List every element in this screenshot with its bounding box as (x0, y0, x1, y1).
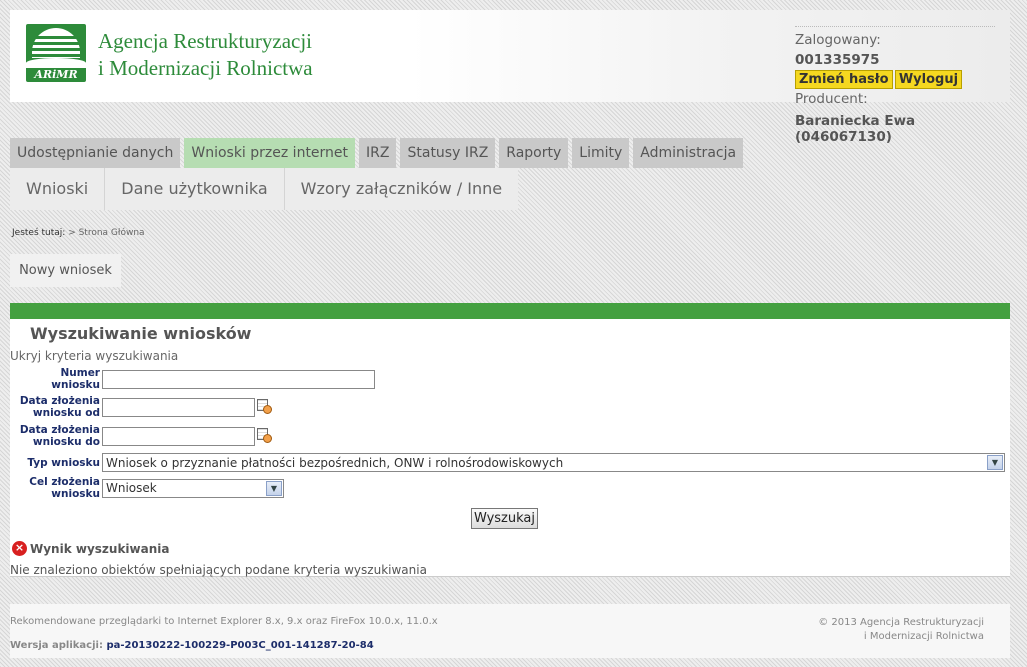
tab-wnioski-przez-internet[interactable]: Wnioski przez internet (184, 138, 356, 168)
purpose-select[interactable]: Wniosek ▼ (102, 478, 284, 498)
result-title: Wynik wyszukiwania (30, 541, 170, 556)
purpose-label: Cel złożenia wniosku (29, 476, 100, 500)
type-select-value: Wniosek o przyznanie płatności bezpośred… (106, 455, 564, 470)
brand-line-2: i Modernizacji Rolnictwa (98, 56, 313, 80)
number-input[interactable] (102, 369, 375, 389)
number-label: Numer wniosku (51, 367, 100, 391)
brand-line-1: Agencja Restrukturyzacji (98, 29, 312, 53)
breadcrumb-home-link[interactable]: > Strona Główna (68, 228, 144, 238)
row-date-to: Data złożenia wniosku do (10, 424, 273, 448)
row-number: Numer wniosku (10, 367, 375, 391)
row-purpose: Cel złożenia wniosku Wniosek ▼ (10, 476, 284, 500)
purpose-select-value: Wniosek (106, 481, 157, 495)
tab-irz[interactable]: IRZ (359, 138, 397, 168)
submenu-wnioski[interactable]: Wnioski (10, 168, 106, 210)
logged-label: Zalogowany: (795, 32, 881, 48)
primary-menu: Udostępnianie danych Wnioski przez inter… (10, 138, 744, 168)
search-button[interactable]: Wyszukaj (471, 508, 538, 529)
change-password-button[interactable]: Zmień hasło (795, 70, 893, 89)
breadcrumb-prefix: Jesteś tutaj: (12, 228, 66, 238)
submenu-dane-uzytkownika[interactable]: Dane użytkownika (105, 168, 285, 210)
user-box: Zalogowany: 001335975 Zmień hasło Wylogu… (795, 26, 995, 145)
date-from-input[interactable] (102, 397, 255, 417)
breadcrumb: Jesteś tutaj: > Strona Główna (12, 228, 145, 238)
date-from-label: Data złożenia wniosku od (19, 395, 100, 419)
login-id: 001335975 (795, 52, 880, 68)
date-to-input[interactable] (102, 426, 255, 446)
producer-label: Producent: (795, 91, 868, 107)
no-results-message: Nie znaleziono obiektów spełniających po… (10, 563, 427, 577)
tab-udostepnianie-danych[interactable]: Udostępnianie danych (10, 138, 181, 168)
type-select[interactable]: Wniosek o przyznanie płatności bezpośred… (102, 453, 1005, 472)
tab-administracja[interactable]: Administracja (633, 138, 744, 168)
secondary-menu: Wnioski Dane użytkownika Wzory załącznik… (10, 168, 519, 210)
footer: Rekomendowane przeglądarki to Internet E… (10, 604, 1010, 658)
logout-button[interactable]: Wyloguj (894, 70, 963, 89)
error-icon: × (12, 541, 27, 556)
tab-limity[interactable]: Limity (572, 138, 630, 168)
type-label: Typ wniosku (27, 456, 100, 469)
result-header: × Wynik wyszukiwania (12, 541, 169, 556)
chevron-down-icon[interactable]: ▼ (987, 455, 1003, 470)
app-version: Wersja aplikacji: pa-20130222-100229-P00… (10, 640, 374, 651)
version-value: pa-20130222-100229-P003C_001-141287-20-8… (106, 640, 374, 651)
version-label: Wersja aplikacji: (10, 640, 103, 651)
recommended-browsers: Rekomendowane przeglądarki to Internet E… (10, 616, 438, 627)
tab-raporty[interactable]: Raporty (499, 138, 569, 168)
arimr-logo-icon[interactable]: ARiMR (26, 24, 86, 82)
copyright: © 2013 Agencja Restrukturyzacji i Modern… (818, 617, 984, 642)
row-date-from: Data złożenia wniosku od (10, 395, 273, 419)
calendar-icon[interactable] (257, 399, 273, 415)
chevron-down-icon[interactable]: ▼ (266, 480, 282, 496)
row-type: Typ wniosku Wniosek o przyznanie płatnoś… (10, 453, 1005, 472)
search-title: Wyszukiwanie wniosków (30, 324, 252, 343)
search-panel: Wyszukiwanie wniosków Ukryj kryteria wys… (10, 319, 1010, 577)
submenu-wzory-zalacznikow[interactable]: Wzory załączników / Inne (285, 168, 518, 210)
toggle-criteria-link[interactable]: Ukryj kryteria wyszukiwania (10, 349, 178, 363)
brand-name: Agencja Restrukturyzacji i Modernizacji … (98, 28, 313, 82)
tab-statusy-irz[interactable]: Statusy IRZ (400, 138, 496, 168)
panel-header-bar (10, 303, 1010, 319)
date-to-label: Data złożenia wniosku do (19, 424, 100, 448)
logo-abbr: ARiMR (34, 68, 78, 81)
new-request-button[interactable]: Nowy wniosek (10, 254, 121, 287)
calendar-icon[interactable] (257, 428, 273, 444)
producer-name: Baraniecka Ewa (046067130) (795, 113, 916, 145)
